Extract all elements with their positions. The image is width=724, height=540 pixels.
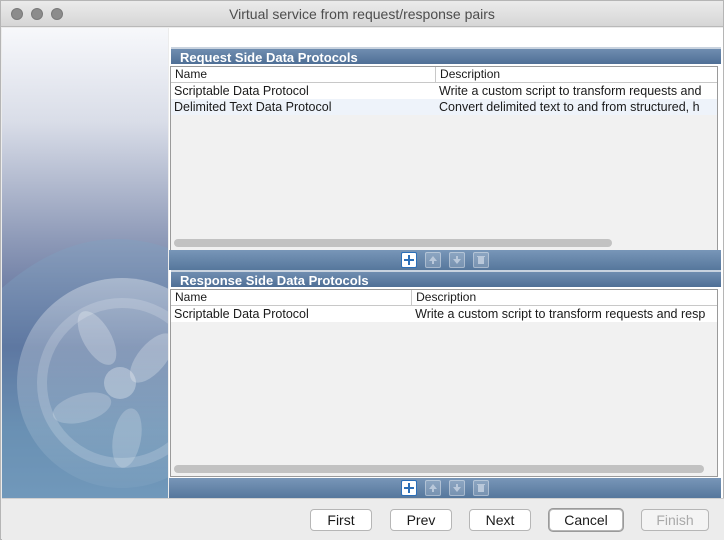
- row-name: Scriptable Data Protocol: [174, 307, 309, 321]
- request-panel-header: Request Side Data Protocols: [171, 47, 721, 65]
- wizard-content: Request Side Data Protocols Name Descrip…: [169, 28, 723, 498]
- row-description: Write a custom script to transform reque…: [415, 307, 706, 321]
- table-row[interactable]: Scriptable Data Protocol Write a custom …: [171, 83, 717, 99]
- row-description: Write a custom script to transform reque…: [439, 84, 702, 98]
- table-row[interactable]: Scriptable Data Protocol Write a custom …: [171, 306, 717, 322]
- move-up-icon[interactable]: [425, 252, 441, 268]
- table-header: Name Description: [171, 67, 717, 83]
- table-header: Name Description: [171, 290, 717, 306]
- column-header-name[interactable]: Name: [171, 67, 437, 82]
- response-protocols-table: Name Description Scriptable Data Protoco…: [170, 289, 718, 477]
- add-icon[interactable]: [401, 252, 417, 268]
- request-panel-toolbar: [169, 250, 721, 270]
- next-button[interactable]: Next: [469, 509, 531, 531]
- response-protocols-panel: Response Side Data Protocols: [171, 270, 721, 288]
- column-header-name[interactable]: Name: [171, 290, 413, 305]
- scrollbar-thumb[interactable]: [174, 239, 612, 247]
- scrollbar-thumb[interactable]: [174, 465, 704, 473]
- request-protocols-table: Name Description Scriptable Data Protoco…: [170, 66, 718, 251]
- horizontal-scrollbar[interactable]: [174, 239, 714, 247]
- row-description: Convert delimited text to and from struc…: [439, 100, 700, 114]
- row-name: Scriptable Data Protocol: [174, 84, 309, 98]
- delete-icon[interactable]: [473, 252, 489, 268]
- move-down-icon[interactable]: [449, 252, 465, 268]
- row-name: Delimited Text Data Protocol: [174, 100, 332, 114]
- horizontal-scrollbar[interactable]: [174, 465, 714, 473]
- wizard-button-bar: First Prev Next Cancel Finish: [2, 498, 724, 540]
- response-panel-toolbar: [169, 478, 721, 498]
- move-up-icon[interactable]: [425, 480, 441, 496]
- title-bar: Virtual service from request/response pa…: [1, 1, 723, 27]
- cancel-button[interactable]: Cancel: [549, 509, 623, 531]
- response-panel-header: Response Side Data Protocols: [171, 270, 721, 288]
- add-icon[interactable]: [401, 480, 417, 496]
- delete-icon[interactable]: [473, 480, 489, 496]
- window-title: Virtual service from request/response pa…: [229, 6, 495, 22]
- prev-button[interactable]: Prev: [390, 509, 452, 531]
- move-down-icon[interactable]: [449, 480, 465, 496]
- wizard-side-graphic: [2, 28, 168, 498]
- wizard-window: Virtual service from request/response pa…: [0, 0, 724, 540]
- first-button[interactable]: First: [310, 509, 372, 531]
- table-row[interactable]: Delimited Text Data Protocol Convert del…: [171, 99, 717, 115]
- finish-button: Finish: [641, 509, 709, 531]
- column-header-description[interactable]: Description: [412, 290, 717, 305]
- column-header-description[interactable]: Description: [436, 67, 717, 82]
- request-protocols-panel: Request Side Data Protocols: [171, 47, 721, 65]
